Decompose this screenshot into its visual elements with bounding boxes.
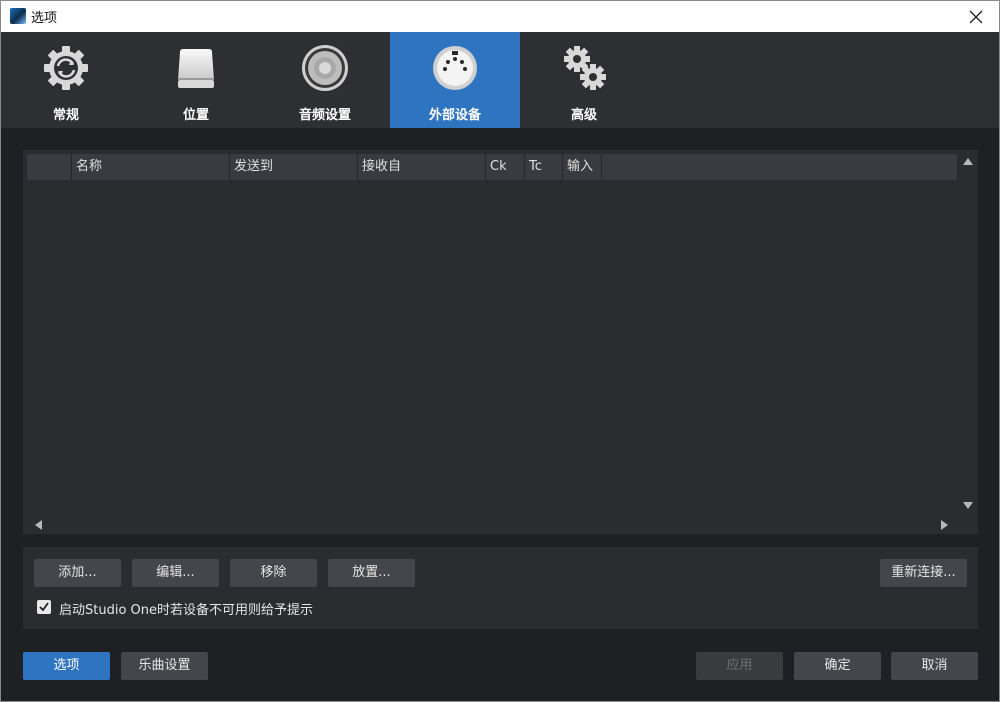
device-list[interactable]: 名称 发送到 接收自 Ck Tc 输入 <box>23 150 978 534</box>
tab-locations-label: 位置 <box>182 108 209 123</box>
ok-button[interactable]: 确定 <box>794 652 881 680</box>
speaker-icon <box>302 45 348 91</box>
notify-unavailable-label: 启动Studio One时若设备不可用则给予提示 <box>59 603 314 618</box>
midi-connector-icon <box>433 46 477 90</box>
close-icon <box>969 10 983 23</box>
tab-advanced[interactable]: 高级 <box>519 32 649 128</box>
column-header-name[interactable]: 名称 <box>71 154 229 180</box>
device-list-header: 名称 发送到 接收自 Ck Tc 输入 <box>27 154 957 180</box>
tab-audio-setup-label: 音频设置 <box>298 108 351 123</box>
apply-button[interactable]: 应用 <box>696 652 783 680</box>
column-header-clock[interactable]: Ck <box>485 154 524 180</box>
window-title: 选项 <box>31 11 58 26</box>
tab-advanced-label: 高级 <box>570 108 597 123</box>
edit-device-button[interactable]: 编辑... <box>132 559 219 587</box>
place-device-button[interactable]: 放置... <box>328 559 415 587</box>
scroll-down-arrow-icon[interactable] <box>963 502 973 509</box>
tab-audio-setup[interactable]: 音频设置 <box>260 32 390 128</box>
close-button[interactable] <box>953 1 999 32</box>
column-header-filler <box>601 154 957 180</box>
studio-one-app-icon <box>10 8 26 24</box>
tab-locations[interactable]: 位置 <box>131 32 261 128</box>
scroll-right-arrow-icon[interactable] <box>941 520 948 530</box>
column-header-timecode[interactable]: Tc <box>524 154 562 180</box>
tab-external-devices[interactable]: 外部设备 <box>390 32 520 128</box>
options-button[interactable]: 选项 <box>23 652 110 680</box>
gears-icon <box>564 46 606 90</box>
title-bar: 选项 <box>1 1 999 32</box>
column-header-receive-from[interactable]: 接收自 <box>357 154 485 180</box>
column-header-input[interactable]: 输入 <box>562 154 601 180</box>
column-header-status[interactable] <box>27 154 71 180</box>
gear-sync-icon <box>44 46 88 90</box>
scroll-left-arrow-icon[interactable] <box>35 520 42 530</box>
tab-external-devices-label: 外部设备 <box>428 108 481 123</box>
reconnect-button[interactable]: 重新连接... <box>880 559 967 587</box>
remove-device-button[interactable]: 移除 <box>230 559 317 587</box>
device-actions-panel: 添加... 编辑... 移除 放置... 重新连接... 启动Studio On… <box>23 547 978 629</box>
tab-general-label: 常规 <box>52 108 79 123</box>
content-area: 名称 发送到 接收自 Ck Tc 输入 添加... 编辑... 移除 放置...… <box>1 128 999 701</box>
add-device-button[interactable]: 添加... <box>34 559 121 587</box>
drive-icon <box>178 49 214 88</box>
options-dialog: 选项 常规 位置 音频设置 外部设备 高级 名称 发送到 接收自 Ck Tc 输… <box>0 0 1000 702</box>
notify-unavailable-checkbox[interactable] <box>37 600 51 614</box>
checkmark-icon <box>39 602 49 612</box>
category-tab-bar: 常规 位置 音频设置 外部设备 高级 <box>1 32 999 128</box>
scroll-up-arrow-icon[interactable] <box>963 158 973 165</box>
cancel-button[interactable]: 取消 <box>891 652 978 680</box>
song-settings-button[interactable]: 乐曲设置 <box>121 652 208 680</box>
tab-general[interactable]: 常规 <box>1 32 131 128</box>
column-header-send-to[interactable]: 发送到 <box>229 154 357 180</box>
